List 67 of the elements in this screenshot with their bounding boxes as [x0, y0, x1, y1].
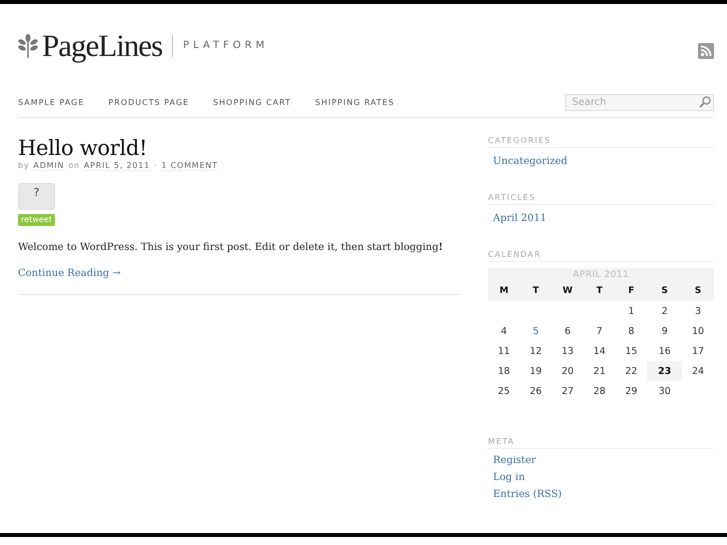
site-logo[interactable]: PageLines — [42, 28, 162, 64]
post-body: Welcome to WordPress. This is your first post. Edit or delete it, then start blogging! — [18, 242, 444, 253]
sidebar-link[interactable]: April 2011 — [493, 213, 546, 224]
sidebar-link[interactable]: Entries (RSS) — [493, 489, 562, 500]
widget-title: CATEGORIES — [488, 136, 714, 148]
calendar-day: 23 — [647, 361, 682, 381]
calendar-day: 14 — [584, 341, 616, 361]
calendar-day: 11 — [488, 341, 520, 361]
weekday-label: W — [552, 281, 584, 301]
comments-link[interactable]: 1 COMMENT — [161, 161, 218, 171]
post-date: APRIL 5, 2011 — [84, 161, 150, 171]
nav-link[interactable]: SHIPPING RATES — [315, 97, 394, 107]
weekday-label: F — [615, 281, 648, 301]
calendar-day: 24 — [682, 361, 714, 381]
widget-title: CALENDAR — [488, 250, 714, 262]
calendar-day: 10 — [682, 321, 714, 341]
calendar-day: 26 — [520, 381, 552, 401]
byline-text: by — [18, 161, 30, 170]
calendar-day: 2 — [647, 301, 682, 321]
sidebar-link[interactable]: Register — [493, 455, 536, 466]
calendar-day: 12 — [520, 341, 552, 361]
calendar-day: 13 — [552, 341, 584, 361]
search-icon[interactable] — [699, 96, 711, 108]
separator-text: · — [154, 161, 158, 170]
calendar-day: 1 — [615, 301, 648, 321]
calendar-day: 29 — [615, 381, 648, 401]
weekday-label: M — [488, 281, 520, 301]
weekday-label: T — [584, 281, 616, 301]
post-title[interactable]: Hello world! — [18, 136, 460, 160]
calendar-day: 16 — [647, 341, 682, 361]
calendar-day: 20 — [552, 361, 584, 381]
weekday-label: T — [520, 281, 552, 301]
calendar-day: 22 — [615, 361, 648, 381]
site-tagline: PLATFORM — [183, 40, 268, 51]
calendar-day: 8 — [615, 321, 648, 341]
calendar-day: 18 — [488, 361, 520, 381]
weekday-label: S — [647, 281, 682, 301]
calendar-month: APRIL 2011 — [488, 268, 714, 281]
calendar-day[interactable]: 5 — [520, 321, 552, 341]
author-link[interactable]: ADMIN — [33, 161, 64, 171]
calendar-day: 28 — [584, 381, 616, 401]
calendar-day: 21 — [584, 361, 616, 381]
calendar-day: 27 — [552, 381, 584, 401]
sidebar-link[interactable]: Uncategorized — [493, 156, 568, 167]
leaf-icon — [18, 34, 38, 58]
calendar-day: 7 — [584, 321, 616, 341]
rss-icon[interactable] — [698, 42, 714, 58]
calendar-day: 30 — [647, 381, 682, 401]
calendar-day: 15 — [615, 341, 648, 361]
calendar-day: 4 — [488, 321, 520, 341]
widget-title: META — [488, 437, 714, 449]
search-field[interactable]: Search — [565, 94, 714, 110]
sidebar-link[interactable]: Log in — [493, 472, 525, 483]
calendar-day: 19 — [520, 361, 552, 381]
nav-link[interactable]: SHOPPING CART — [213, 97, 292, 107]
byline-text: on — [68, 161, 80, 170]
widget-title: ARTICLES — [488, 193, 714, 205]
calendar-day: 25 — [488, 381, 520, 401]
tweet-count: ? — [18, 183, 55, 210]
continue-reading-link[interactable]: Continue Reading → — [18, 268, 121, 279]
weekday-label: S — [682, 281, 714, 301]
nav-link[interactable]: SAMPLE PAGE — [18, 97, 84, 107]
calendar-day: 9 — [647, 321, 682, 341]
calendar-day: 17 — [682, 341, 714, 361]
calendar-day: 3 — [682, 301, 714, 321]
calendar-day: 6 — [552, 321, 584, 341]
nav-link[interactable]: PRODUCTS PAGE — [108, 97, 190, 107]
